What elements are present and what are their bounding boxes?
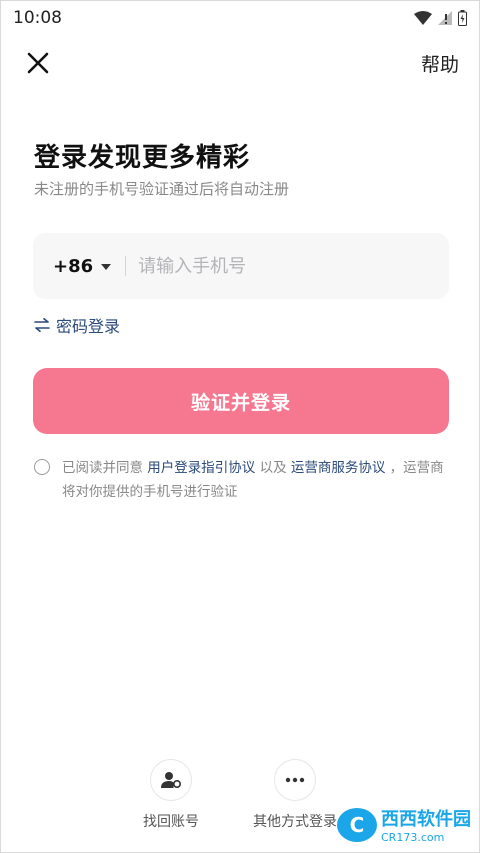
phone-input[interactable] (136, 254, 431, 278)
close-button[interactable] (25, 50, 51, 76)
phone-field-container: +86 (33, 233, 449, 299)
watermark: C 西西软件园 CR173.com (337, 805, 471, 844)
close-icon (27, 52, 49, 74)
country-code: +86 (53, 255, 94, 277)
status-icons (414, 10, 467, 26)
user-login-agreement-link[interactable]: 用户登录指引协议 (147, 460, 255, 476)
divider (125, 256, 127, 276)
chevron-down-icon (101, 264, 112, 270)
watermark-text: 西西软件园 CR173.com (381, 805, 471, 844)
battery-icon (458, 10, 467, 26)
verify-login-button[interactable]: 验证并登录 (33, 368, 449, 434)
agreement-text: 已阅读并同意 用户登录指引协议 以及 运营商服务协议 ，运营商将对你提供的手机号… (34, 456, 454, 504)
help-link[interactable]: 帮助 (421, 50, 459, 77)
agree-radio[interactable] (34, 459, 50, 475)
watermark-sub: CR173.com (381, 831, 445, 844)
other-login-label: 其他方式登录 (253, 814, 337, 830)
status-bar: 10:08 (1, 1, 479, 35)
operator-service-agreement-link[interactable]: 运营商服务协议 (291, 460, 386, 476)
watermark-logo-icon: C (337, 807, 377, 842)
agreement: 已阅读并同意 用户登录指引协议 以及 运营商服务协议 ，运营商将对你提供的手机号… (34, 456, 454, 504)
password-login-label: 密码登录 (56, 317, 121, 336)
cellular-icon (438, 11, 452, 25)
top-bar: 帮助 (1, 41, 479, 85)
find-account-label: 找回账号 (143, 814, 199, 830)
wifi-icon (414, 11, 432, 25)
country-code-selector[interactable]: +86 (53, 255, 112, 277)
page-subtitle: 未注册的手机号验证通过后将自动注册 (34, 180, 290, 198)
find-account-option[interactable]: 找回账号 (111, 759, 231, 831)
agreement-middle: 以及 (255, 460, 291, 476)
user-recover-icon (161, 772, 181, 788)
password-login-link[interactable]: 密码登录 (34, 313, 120, 337)
agreement-prefix: 已阅读并同意 (62, 460, 148, 476)
page-title: 登录发现更多精彩 (34, 143, 251, 173)
find-account-button[interactable] (150, 759, 192, 801)
status-time: 10:08 (13, 8, 62, 28)
other-login-button[interactable] (274, 759, 316, 801)
swap-arrows-icon (34, 318, 50, 332)
watermark-main: 西西软件园 (381, 809, 471, 830)
more-dots-icon (285, 777, 305, 783)
